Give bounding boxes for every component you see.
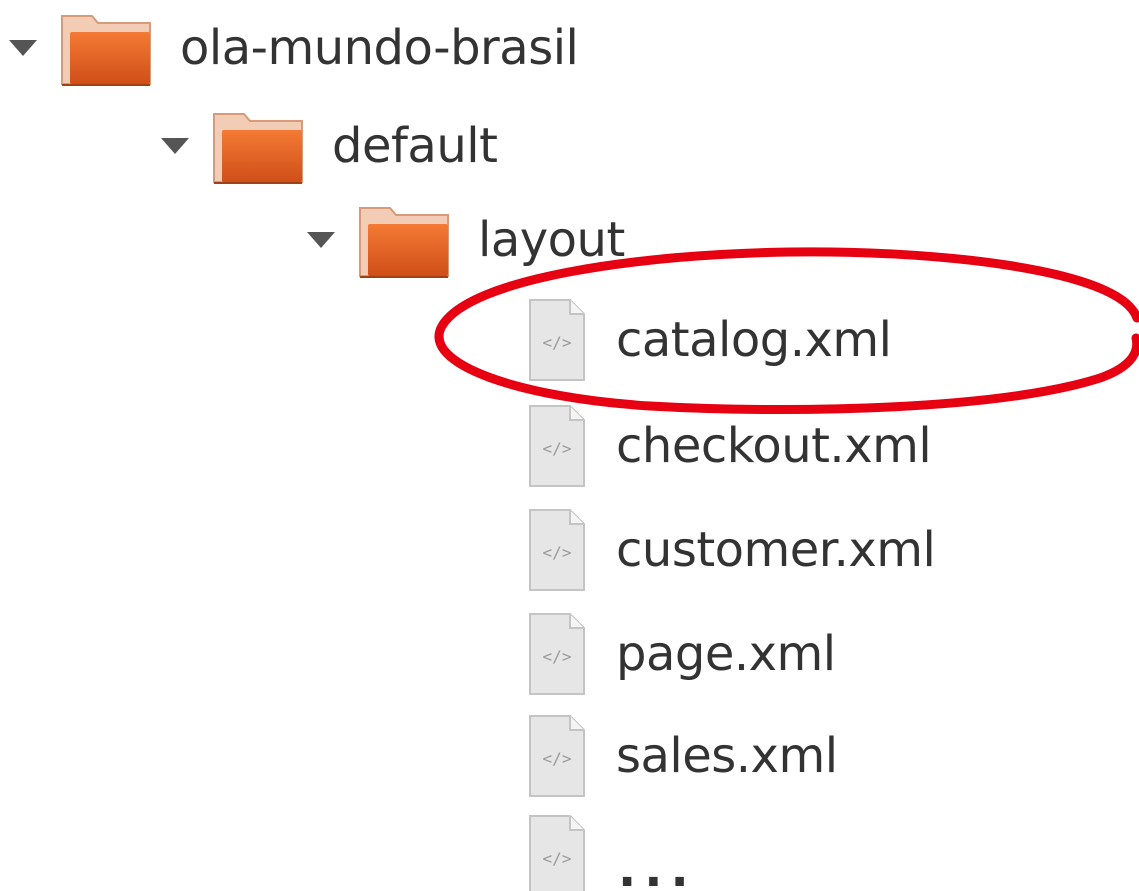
xml-file-icon: </> [529,405,585,487]
svg-text:</>: </> [543,333,572,352]
tree-item-label: ... [618,842,697,891]
tree-item-file[interactable]: </> ... [526,808,697,891]
expand-toggle-icon[interactable] [6,0,40,96]
xml-file-icon: </> [529,715,585,797]
xml-file-icon: </> [529,815,585,891]
folder-icon [359,207,449,278]
tree-item-label: catalog.xml [616,312,892,368]
svg-text:</>: </> [543,647,572,666]
tree-item-label: page.xml [616,626,836,682]
tree-item-label: customer.xml [616,522,936,578]
folder-icon [61,15,151,86]
tree-item-label: sales.xml [616,728,838,784]
folder-icon [213,113,303,184]
svg-text:</>: </> [543,543,572,562]
tree-item-label: ola-mundo-brasil [180,20,579,76]
tree-item-label: checkout.xml [616,418,932,474]
tree-item-file[interactable]: </> sales.xml [526,708,838,804]
xml-file-icon: </> [529,509,585,591]
file-tree: ola-mundo-brasil default layout </> cata… [0,0,1139,891]
tree-item-default[interactable]: default [158,98,498,194]
tree-item-file[interactable]: </> checkout.xml [526,398,932,494]
svg-text:</>: </> [543,749,572,768]
tree-item-file[interactable]: </> catalog.xml [526,292,892,388]
tree-item-ola-mundo-brasil[interactable]: ola-mundo-brasil [6,0,579,96]
svg-text:</>: </> [543,849,572,868]
tree-item-label: default [332,118,498,174]
tree-item-label: layout [478,212,625,268]
tree-item-layout[interactable]: layout [304,192,625,288]
svg-text:</>: </> [543,439,572,458]
xml-file-icon: </> [529,613,585,695]
expand-toggle-icon[interactable] [158,98,192,194]
tree-item-file[interactable]: </> page.xml [526,606,836,702]
expand-toggle-icon[interactable] [304,192,338,288]
xml-file-icon: </> [529,299,585,381]
tree-item-file[interactable]: </> customer.xml [526,502,936,598]
